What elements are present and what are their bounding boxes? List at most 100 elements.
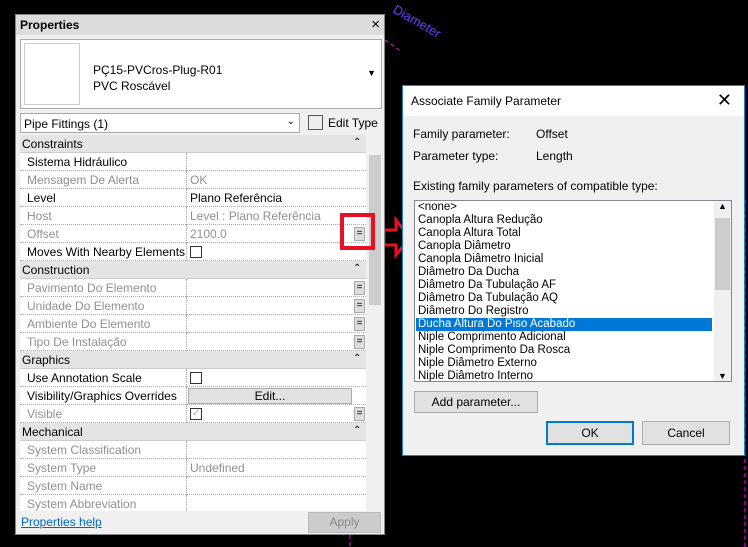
- list-item[interactable]: Canopla Altura Redução: [416, 214, 712, 227]
- property-row[interactable]: Moves With Nearby Elements: [20, 243, 366, 261]
- list-item[interactable]: Ducha Altura Do Piso Acabado: [416, 318, 712, 331]
- collapse-icon[interactable]: ⌃: [350, 135, 366, 153]
- property-label: Sistema Hidráulico: [27, 155, 128, 169]
- property-row[interactable]: System Type Undefined: [20, 459, 366, 477]
- property-row[interactable]: Visibility/Graphics Overrides Edit...: [20, 387, 366, 405]
- close-icon[interactable]: ×: [371, 16, 380, 33]
- list-item[interactable]: Diâmetro Da Tubulação AQ: [416, 292, 712, 305]
- property-row[interactable]: Use Annotation Scale: [20, 369, 366, 387]
- list-scrollbar[interactable]: ▲ ▼: [714, 201, 731, 381]
- section-header[interactable]: Constraints ⌃: [20, 135, 366, 153]
- property-row[interactable]: Unidade Do Elemento =: [20, 297, 366, 315]
- cancel-button[interactable]: Cancel: [642, 421, 730, 445]
- property-row[interactable]: Tipo De Instalação =: [20, 333, 366, 351]
- list-item[interactable]: <none>: [416, 201, 712, 214]
- property-value[interactable]: [186, 315, 352, 333]
- property-row[interactable]: System Classification: [20, 441, 366, 459]
- caret-down-icon[interactable]: ▼: [367, 68, 376, 78]
- diameter-annotation: Diameter: [391, 2, 445, 42]
- property-value[interactable]: 2100.0: [186, 225, 352, 243]
- property-value[interactable]: [186, 495, 352, 511]
- property-value[interactable]: [186, 477, 352, 495]
- property-checkbox[interactable]: [190, 372, 202, 384]
- property-row[interactable]: Sistema Hidráulico: [20, 153, 366, 171]
- associate-parameter-button[interactable]: =: [354, 407, 365, 421]
- property-label: Pavimento Do Elemento: [27, 281, 157, 295]
- list-item[interactable]: Diâmetro Da Ducha: [416, 266, 712, 279]
- list-item[interactable]: Niple Diâmetro Externo: [416, 357, 712, 370]
- category-dropdown[interactable]: Pipe Fittings (1) ⌄: [20, 113, 300, 133]
- property-label: System Name: [27, 479, 103, 493]
- list-item[interactable]: Canopla Diâmetro: [416, 240, 712, 253]
- parameter-list[interactable]: Niple Diâmetro Interno Niple Diâmetro Ext…: [414, 200, 732, 382]
- section-header[interactable]: Mechanical ⌃: [20, 423, 366, 441]
- properties-help-link[interactable]: Properties help: [21, 515, 102, 529]
- parameter-type-value: Length: [536, 149, 573, 163]
- list-item[interactable]: Niple Comprimento Da Rosca: [416, 344, 712, 357]
- property-row[interactable]: Mensagem De Alerta OK: [20, 171, 366, 189]
- property-value[interactable]: Level : Plano Referência: [186, 207, 352, 225]
- chevron-up-icon[interactable]: ▲: [714, 201, 731, 211]
- property-row[interactable]: System Name: [20, 477, 366, 495]
- section-header[interactable]: Graphics ⌃: [20, 351, 366, 369]
- chevron-down-icon: ⌄: [286, 116, 295, 127]
- section-header[interactable]: Construction ⌃: [20, 261, 366, 279]
- property-label: Construction: [22, 263, 90, 277]
- properties-scrollbar[interactable]: [368, 135, 382, 511]
- chevron-down-icon[interactable]: ▼: [714, 371, 731, 381]
- dashed-line: [384, 39, 403, 53]
- list-item[interactable]: Canopla Diâmetro Inicial: [416, 253, 712, 266]
- add-parameter-button[interactable]: Add parameter...: [414, 391, 538, 413]
- associate-parameter-button[interactable]: =: [354, 335, 365, 349]
- property-checkbox[interactable]: [190, 246, 202, 258]
- collapse-icon[interactable]: ⌃: [350, 423, 366, 441]
- property-value[interactable]: [186, 333, 352, 351]
- ok-button[interactable]: OK: [546, 421, 634, 445]
- property-row[interactable]: Ambiente Do Elemento =: [20, 315, 366, 333]
- property-row[interactable]: System Abbreviation: [20, 495, 366, 511]
- property-checkbox[interactable]: ✓: [190, 408, 202, 420]
- category-label: Pipe Fittings (1): [24, 117, 109, 131]
- associate-family-parameter-dialog: Associate Family Parameter ✕ Family para…: [402, 85, 745, 456]
- property-row[interactable]: Offset 2100.0 =: [20, 225, 366, 243]
- family-parameter-label: Family parameter:: [413, 127, 510, 141]
- list-item[interactable]: Diâmetro Do Registro: [416, 305, 712, 318]
- property-value[interactable]: OK: [186, 171, 352, 189]
- property-label: Constraints: [22, 137, 83, 151]
- property-row[interactable]: Host Level : Plano Referência: [20, 207, 366, 225]
- property-value[interactable]: Undefined: [186, 459, 352, 477]
- property-label: Level: [27, 191, 56, 205]
- property-value[interactable]: [186, 279, 352, 297]
- property-value[interactable]: Plano Referência: [186, 189, 352, 207]
- list-item[interactable]: Canopla Altura Total: [416, 227, 712, 240]
- scroll-thumb[interactable]: [715, 218, 730, 290]
- property-label: Visibility/Graphics Overrides: [27, 389, 177, 403]
- edit-type-button[interactable]: Edit Type: [306, 113, 378, 133]
- property-label: Moves With Nearby Elements: [27, 245, 186, 259]
- panel-title: Properties: [16, 15, 384, 35]
- list-item[interactable]: Diâmetro Da Tubulação AF: [416, 279, 712, 292]
- close-icon[interactable]: ✕: [717, 90, 732, 111]
- property-row[interactable]: Level Plano Referência: [20, 189, 366, 207]
- list-item[interactable]: Niple Comprimento Adicional: [416, 331, 712, 344]
- property-label: Graphics: [22, 353, 71, 367]
- property-value[interactable]: [186, 441, 352, 459]
- associate-parameter-button[interactable]: =: [354, 299, 365, 313]
- property-label: System Classification: [27, 443, 142, 457]
- collapse-icon[interactable]: ⌃: [350, 351, 366, 369]
- type-selector[interactable]: PÇ15-PVCros-Plug-R01 PVC Roscável ▼: [20, 39, 382, 109]
- property-value[interactable]: [186, 153, 352, 171]
- parameter-type-label: Parameter type:: [413, 149, 499, 163]
- family-parameter-value: Offset: [536, 127, 568, 141]
- list-item[interactable]: Niple Diâmetro Interno: [416, 370, 712, 381]
- associate-parameter-button[interactable]: =: [354, 317, 365, 331]
- edit-type-label: Edit Type: [328, 116, 378, 130]
- property-row[interactable]: Pavimento Do Elemento =: [20, 279, 366, 297]
- property-row[interactable]: Visible ✓ =: [20, 405, 366, 423]
- type-name: PÇ15-PVCros-Plug-R01: [93, 63, 223, 77]
- property-value[interactable]: [186, 297, 352, 315]
- apply-button[interactable]: Apply: [308, 512, 381, 533]
- collapse-icon[interactable]: ⌃: [350, 261, 366, 279]
- edit-overrides-button[interactable]: Edit...: [188, 388, 352, 404]
- associate-parameter-button[interactable]: =: [354, 281, 365, 295]
